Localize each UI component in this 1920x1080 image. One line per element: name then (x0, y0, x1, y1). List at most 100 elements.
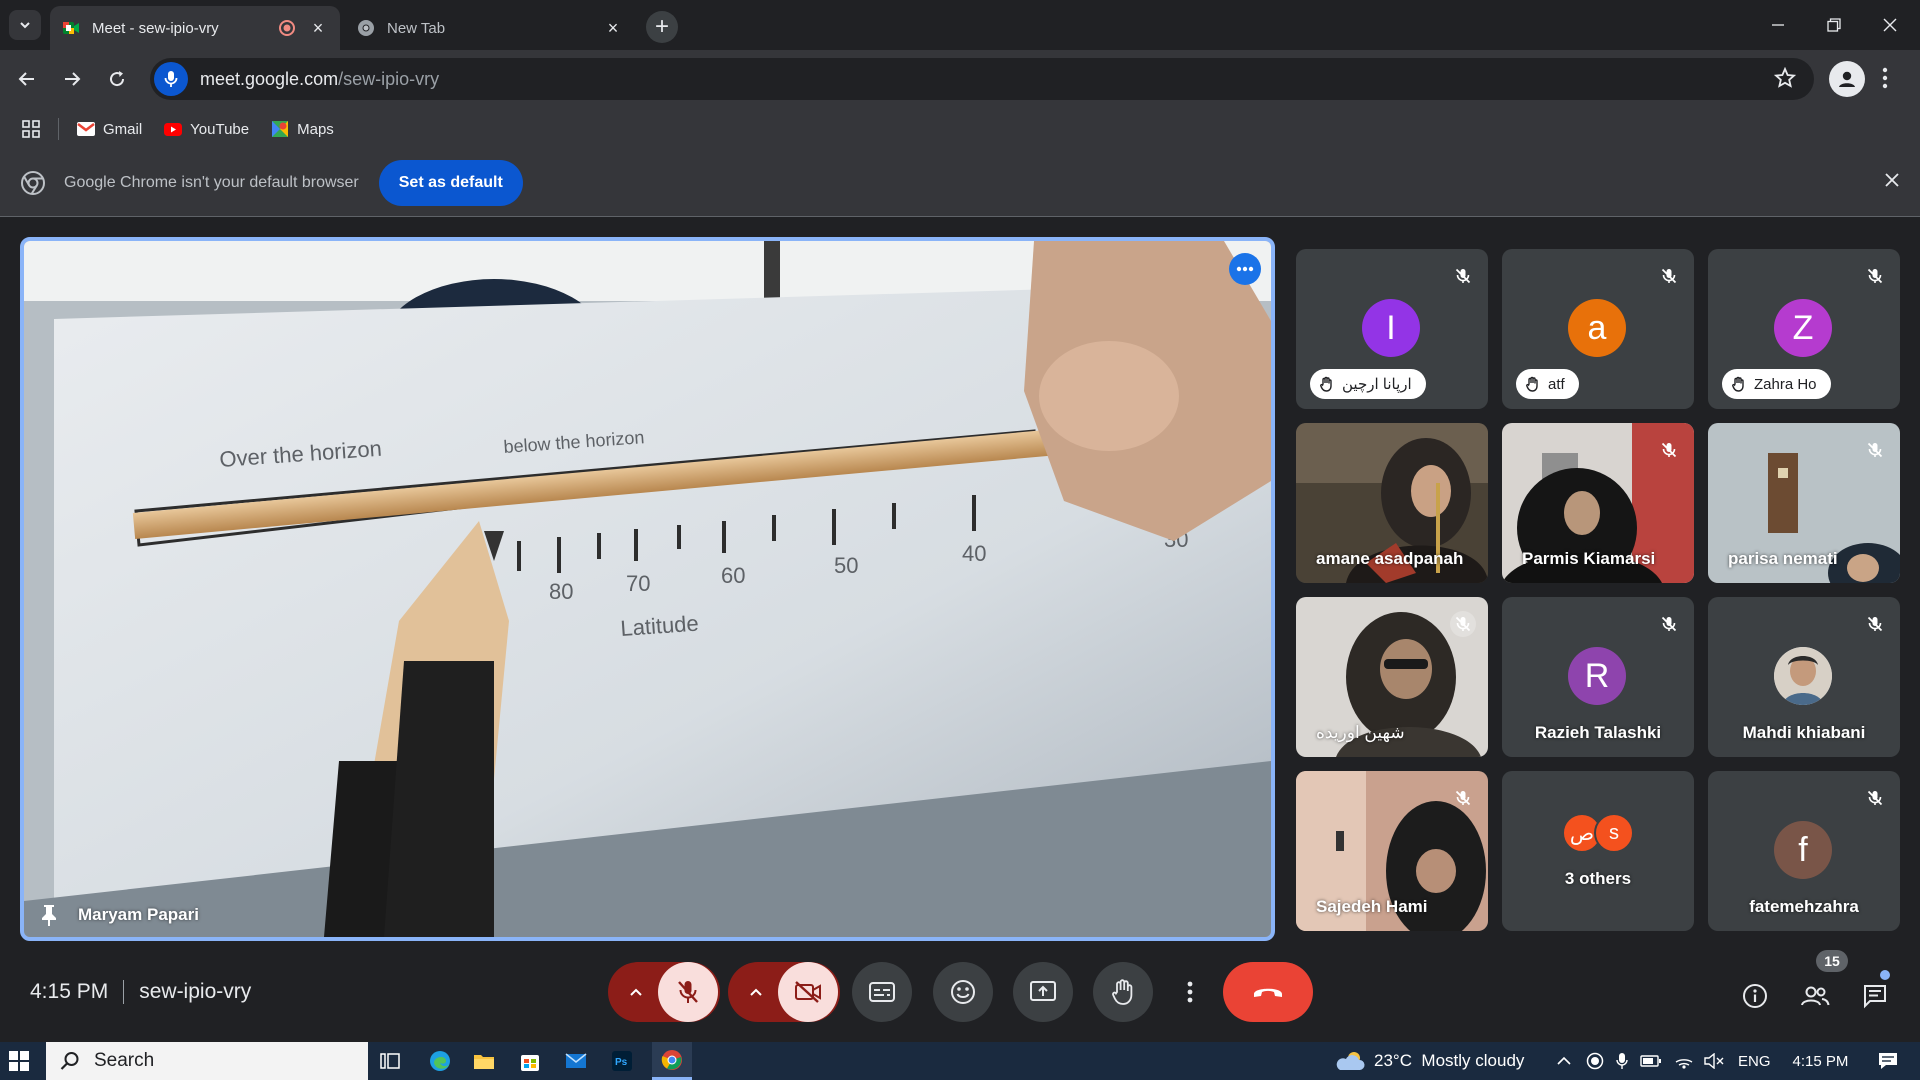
info-icon (1743, 984, 1767, 1008)
participant-tile[interactable]: Parmis Kiamarsi (1502, 423, 1694, 583)
mic-in-use-icon[interactable] (1616, 1052, 1628, 1070)
close-infobar-icon[interactable] (1884, 172, 1900, 188)
raised-hand-icon (1732, 376, 1744, 392)
chevron-up-icon (750, 988, 762, 996)
close-icon (1883, 18, 1897, 32)
chat-button[interactable] (1855, 976, 1895, 1016)
taskbar-photoshop[interactable]: Ps (608, 1047, 636, 1075)
raise-hand-button[interactable] (1093, 962, 1153, 1022)
tick-label: 40 (962, 541, 986, 566)
reload-icon (110, 71, 125, 87)
tab-meet[interactable]: Meet - sew-ipio-vry × (50, 6, 340, 50)
participant-name: Mahdi khiabani (1742, 723, 1866, 742)
bookmark-star-icon[interactable] (1774, 67, 1796, 89)
camera-control-group (728, 962, 840, 1022)
meeting-info-button[interactable] (1735, 976, 1775, 1016)
participant-tile[interactable]: Sajedeh Hami (1296, 771, 1488, 931)
participant-name: fatemehzahra (1749, 897, 1859, 916)
video-options-button[interactable] (728, 962, 784, 1022)
participant-tile[interactable]: شهین اوریده (1296, 597, 1488, 757)
camera-toggle-button[interactable] (778, 962, 838, 1022)
back-button[interactable] (10, 62, 44, 96)
profile-button[interactable] (1829, 61, 1865, 97)
taskbar-mail[interactable] (562, 1047, 590, 1075)
taskbar-search[interactable]: Search (46, 1042, 368, 1080)
taskbar-edge[interactable] (426, 1047, 454, 1075)
mic-control-group (608, 962, 720, 1022)
close-window-button[interactable] (1862, 0, 1918, 50)
captions-button[interactable] (852, 962, 912, 1022)
participant-tile[interactable]: Z Zahra Ho (1708, 249, 1900, 409)
participant-tile[interactable]: Mahdi khiabani (1708, 597, 1900, 757)
url-host: meet.google.com (200, 68, 339, 89)
taskbar-store[interactable] (516, 1047, 544, 1075)
recording-status-icon[interactable] (1586, 1052, 1604, 1070)
people-button[interactable] (1795, 976, 1835, 1016)
bookmark-youtube[interactable]: YouTube (164, 121, 249, 138)
chrome-menu-icon[interactable] (1882, 66, 1888, 90)
tile-more-options-button[interactable] (1229, 253, 1261, 285)
muted-icon (1450, 611, 1476, 637)
raised-hand-pill: atf (1516, 369, 1579, 399)
wifi-icon[interactable] (1674, 1053, 1694, 1069)
participant-tile[interactable]: ص s 3 others (1502, 771, 1694, 931)
taskbar-file-explorer[interactable] (470, 1047, 498, 1075)
tab-new-tab[interactable]: New Tab × (345, 6, 635, 50)
microphone-toggle-button[interactable] (658, 962, 718, 1022)
maps-icon (272, 121, 289, 137)
site-mic-indicator[interactable] (154, 62, 188, 96)
muted-icon (1450, 263, 1476, 289)
raise-hand-icon (1112, 979, 1133, 1005)
tick-label: 70 (626, 571, 650, 596)
main-speaker-tile[interactable]: Over the horizon below the horizon Latit… (20, 237, 1275, 941)
leave-call-button[interactable] (1223, 962, 1313, 1022)
close-tab-icon[interactable]: × (603, 18, 623, 38)
reload-button[interactable] (100, 62, 134, 96)
reactions-button[interactable] (933, 962, 993, 1022)
hang-up-icon (1254, 988, 1282, 997)
participant-name: شهین اوریده (1316, 723, 1405, 742)
input-language[interactable]: ENG (1738, 1053, 1771, 1070)
close-tab-icon[interactable]: × (308, 18, 328, 38)
participant-tile[interactable]: amane asadpanah (1296, 423, 1488, 583)
restore-button[interactable] (1806, 0, 1862, 50)
taskbar-chrome[interactable] (652, 1042, 692, 1080)
start-button[interactable] (8, 1050, 30, 1077)
default-browser-infobar: Google Chrome isn't your default browser… (0, 150, 1920, 217)
muted-icon (1656, 437, 1682, 463)
audio-options-button[interactable] (608, 962, 664, 1022)
forward-button[interactable] (55, 62, 89, 96)
address-bar[interactable]: meet.google.com/sew-ipio-vry (150, 58, 1814, 100)
svg-text:Ps: Ps (615, 1057, 628, 1068)
notifications-icon[interactable] (1878, 1052, 1898, 1070)
url-path: /sew-ipio-vry (338, 68, 440, 89)
participant-name: amane asadpanah (1316, 549, 1464, 568)
set-as-default-button[interactable]: Set as default (378, 160, 523, 206)
bookmark-gmail[interactable]: Gmail (77, 121, 142, 138)
present-screen-button[interactable] (1013, 962, 1073, 1022)
pin-icon[interactable] (40, 903, 58, 927)
participant-tile[interactable]: I ارپانا ارچین (1296, 249, 1488, 409)
apps-button[interactable] (22, 120, 40, 138)
person-icon (1839, 71, 1855, 87)
muted-icon (1862, 437, 1888, 463)
more-options-button[interactable] (1173, 962, 1207, 1022)
minimize-button[interactable] (1750, 0, 1806, 50)
show-hidden-icons-icon[interactable] (1556, 1056, 1572, 1066)
speaker-muted-icon[interactable] (1704, 1053, 1724, 1069)
taskbar-clock[interactable]: 4:15 PM (1793, 1053, 1849, 1070)
emoji-icon (951, 980, 975, 1004)
participant-tile[interactable]: R Razieh Talashki (1502, 597, 1694, 757)
tab-search-button[interactable] (9, 10, 41, 40)
weather-widget[interactable]: 23°C Mostly cloudy (1334, 1042, 1524, 1080)
participant-tile[interactable]: a atf (1502, 249, 1694, 409)
tab-strip: Meet - sew-ipio-vry × New Tab × + (0, 0, 1920, 50)
participant-tile[interactable]: parisa nemati (1708, 423, 1900, 583)
battery-icon[interactable] (1640, 1054, 1662, 1068)
task-view-button[interactable] (376, 1047, 404, 1075)
bookmark-maps[interactable]: Maps (271, 120, 334, 138)
apps-grid-icon (22, 120, 40, 138)
participant-tile[interactable]: f fatemehzahra (1708, 771, 1900, 931)
new-tab-button[interactable]: + (646, 11, 678, 43)
chrome-app-icon (661, 1049, 682, 1070)
